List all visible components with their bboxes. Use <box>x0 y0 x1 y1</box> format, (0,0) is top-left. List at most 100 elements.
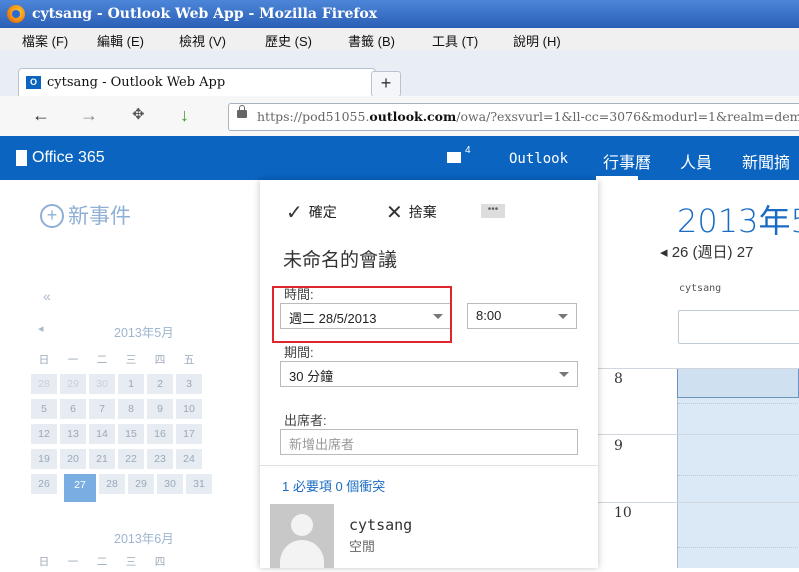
forward-arrow-icon[interactable]: → <box>80 106 98 124</box>
tab-title: cytsang - Outlook Web App <box>47 75 226 90</box>
outlook-favicon-icon: O <box>26 76 41 89</box>
weekday-header: 五 <box>183 354 195 366</box>
more-options-button[interactable]: ••• <box>481 204 505 218</box>
download-arrow-icon[interactable]: ↓ <box>180 106 189 124</box>
calendar-day[interactable]: 6 <box>60 399 86 419</box>
event-subject[interactable]: 未命名的會議 <box>283 245 397 272</box>
nav-outlook[interactable]: Outlook <box>509 151 568 167</box>
menu-bar: 檔案 (F) 編輯 (E) 檢視 (V) 歷史 (S) 書籤 (B) 工具 (T… <box>0 28 799 51</box>
browser-tab[interactable]: O cytsang - Outlook Web App <box>18 68 376 97</box>
calendar-day-selected[interactable]: 27 <box>64 474 96 502</box>
time-value: 8:00 <box>476 308 502 323</box>
collapse-button[interactable]: « <box>43 288 51 304</box>
calendar-day[interactable]: 5 <box>31 399 57 419</box>
chevron-down-icon <box>558 314 568 319</box>
window-titlebar: cytsang - Outlook Web App - Mozilla Fire… <box>0 0 799 28</box>
hour-line <box>598 368 799 369</box>
calendar-day[interactable]: 30 <box>89 374 115 394</box>
divider <box>260 465 598 466</box>
calendar-day[interactable]: 8 <box>118 399 144 419</box>
firefox-logo-icon <box>7 5 25 23</box>
calendar-day[interactable]: 20 <box>60 449 86 469</box>
hour-line <box>598 434 799 435</box>
weekday-header: 日 <box>38 556 50 568</box>
menu-tools[interactable]: 工具 (T) <box>432 31 478 50</box>
brand-name: Office 365 <box>32 149 105 166</box>
calendar-day[interactable]: 15 <box>118 424 144 444</box>
calendar-day[interactable]: 2 <box>147 374 173 394</box>
hour-label: 9 <box>614 438 623 454</box>
menu-edit[interactable]: 編輯 (E) <box>97 31 144 50</box>
calendar-day-header[interactable]: ◂ 26 (週日) 27 <box>660 241 753 262</box>
calendar-day[interactable]: 3 <box>176 374 202 394</box>
active-tab-indicator <box>596 176 638 180</box>
attendee-status: 空閒 <box>349 539 376 554</box>
calendar-day[interactable]: 10 <box>176 399 202 419</box>
nav-calendar[interactable]: 行事曆 <box>603 149 651 173</box>
weekday-header: 四 <box>154 354 166 366</box>
menu-history[interactable]: 歷史 (S) <box>265 31 312 50</box>
calendar-day[interactable]: 21 <box>89 449 115 469</box>
menu-help[interactable]: 說明 (H) <box>513 31 561 50</box>
ok-label: 確定 <box>308 204 337 220</box>
nav-people[interactable]: 人員 <box>680 149 712 173</box>
calendar-day[interactable]: 30 <box>157 474 183 494</box>
url-bar[interactable]: https://pod51055.outlook.com/owa/?exsvur… <box>228 103 799 131</box>
calendar-day[interactable]: 9 <box>147 399 173 419</box>
weekday-header: 一 <box>67 556 79 568</box>
calendar-day[interactable]: 26 <box>31 474 57 494</box>
discard-label: 捨棄 <box>408 204 437 220</box>
all-day-slot[interactable] <box>678 310 799 344</box>
new-tab-button[interactable]: + <box>371 71 401 97</box>
menu-bookmarks[interactable]: 書籤 (B) <box>348 31 395 50</box>
avatar <box>270 504 334 568</box>
prev-month-icon[interactable]: ◂ <box>38 322 44 335</box>
calendar-day-column[interactable] <box>677 368 799 568</box>
attendees-label: 出席者: <box>284 413 327 428</box>
calendar-day[interactable]: 22 <box>118 449 144 469</box>
calendar-day[interactable]: 31 <box>186 474 212 494</box>
attendees-input[interactable]: 新增出席者 <box>280 429 578 455</box>
calendar-day[interactable]: 28 <box>99 474 125 494</box>
weekday-header: 日 <box>38 354 50 366</box>
calendar-day[interactable]: 19 <box>31 449 57 469</box>
close-icon: ✕ <box>386 202 403 224</box>
selected-time-slot[interactable] <box>677 368 799 398</box>
new-event-button[interactable]: + 新事件 <box>40 200 131 230</box>
calendar-day[interactable]: 17 <box>176 424 202 444</box>
office365-header: Office 365 4 Outlook 行事曆 人員 新聞摘 <box>0 136 799 180</box>
calendar-day[interactable]: 24 <box>176 449 202 469</box>
duration-value: 30 分鐘 <box>289 369 334 384</box>
calendar-day[interactable]: 7 <box>89 399 115 419</box>
time-dropdown[interactable]: 8:00 <box>467 303 577 329</box>
menu-view[interactable]: 檢視 (V) <box>179 31 226 50</box>
calendar-day[interactable]: 29 <box>128 474 154 494</box>
discard-button[interactable]: ✕ 捨棄 <box>386 200 437 225</box>
hour-label: 10 <box>614 505 632 521</box>
duration-dropdown[interactable]: 30 分鐘 <box>280 361 578 387</box>
duration-label: 期間: <box>284 345 314 360</box>
nav-newsfeed[interactable]: 新聞摘 <box>742 149 790 173</box>
calendar-day[interactable]: 1 <box>118 374 144 394</box>
calendar-day[interactable]: 14 <box>89 424 115 444</box>
move-icon[interactable]: ✥ <box>132 106 145 124</box>
weekday-header: 二 <box>96 354 108 366</box>
back-arrow-icon[interactable]: ← <box>32 106 50 124</box>
attendee-name: cytsang <box>349 516 413 534</box>
calendar-day[interactable]: 12 <box>31 424 57 444</box>
calendar-day[interactable]: 13 <box>60 424 86 444</box>
hour-line <box>598 502 799 503</box>
mail-count-badge: 4 <box>465 145 471 156</box>
calendar-day[interactable]: 16 <box>147 424 173 444</box>
plus-icon: + <box>40 204 64 228</box>
calendar-day[interactable]: 28 <box>31 374 57 394</box>
lock-icon <box>237 105 247 118</box>
ok-button[interactable]: ✓ 確定 <box>286 200 337 225</box>
hour-label: 8 <box>614 371 623 387</box>
calendar-day[interactable]: 29 <box>60 374 86 394</box>
calendar-column-owner: cytsang <box>679 283 722 294</box>
menu-file[interactable]: 檔案 (F) <box>22 31 68 50</box>
mail-icon[interactable] <box>447 152 461 163</box>
calendar-day[interactable]: 23 <box>147 449 173 469</box>
attendee-summary-link[interactable]: 1 必要項 0 個衝突 <box>282 476 385 495</box>
